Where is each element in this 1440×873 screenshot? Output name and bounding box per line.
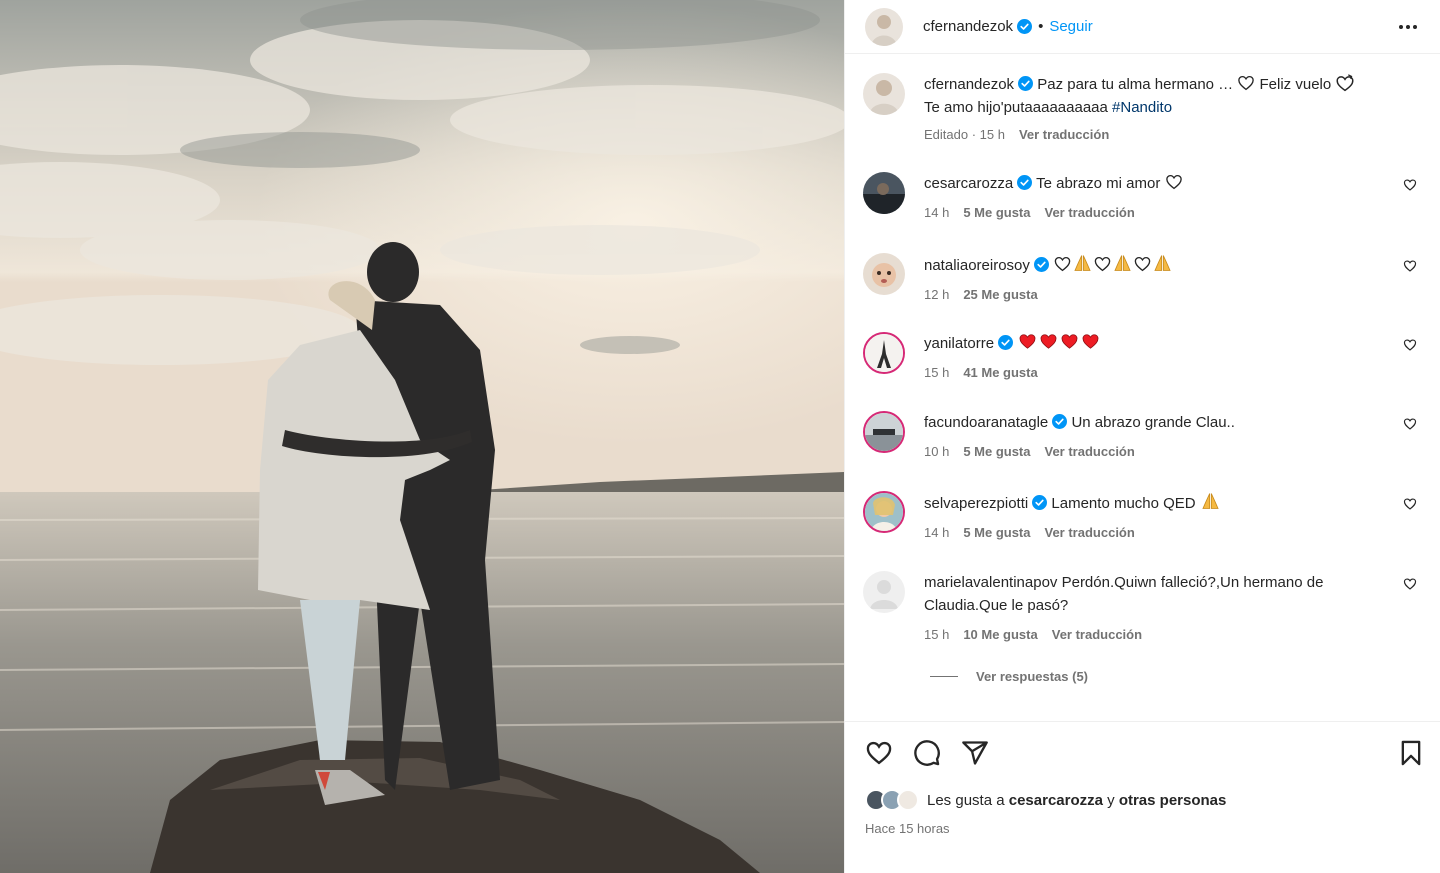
author-username[interactable]: cfernandezok (923, 18, 1013, 35)
commenter-avatar[interactable] (863, 253, 905, 295)
comment-time: 14 h (924, 205, 950, 220)
comment-time: 14 h (924, 525, 950, 540)
like-comment-heart-icon[interactable] (1403, 259, 1417, 273)
more-horizontal-icon[interactable] (1397, 16, 1419, 38)
commenter-username[interactable]: facundoaranatagle (924, 414, 1048, 431)
post-actions: Les gusta a cesarcarozza y otras persona… (845, 721, 1440, 873)
commenter-avatar[interactable] (863, 172, 905, 214)
comment-likes[interactable]: 5 Me gusta (963, 440, 1030, 463)
comment-bubble-icon[interactable] (913, 739, 941, 767)
likes-joiner: y (1107, 791, 1115, 809)
post-image (0, 0, 844, 873)
comment-likes[interactable]: 5 Me gusta (963, 521, 1030, 544)
translate-link[interactable]: Ver traducción (1052, 623, 1142, 646)
comment-emojis (1053, 255, 1173, 274)
comment-time: 15 h (924, 365, 950, 380)
folded-hands-emoji-icon (1074, 255, 1091, 271)
translate-link[interactable]: Ver traducción (1045, 521, 1135, 544)
like-comment-heart-icon[interactable] (1403, 417, 1417, 431)
post-timestamp: Hace 15 horas (865, 821, 950, 836)
verified-badge-icon (1052, 414, 1068, 429)
caption-time: Editado · 15 h (924, 127, 1005, 142)
hashtag-link[interactable]: #Nandito (1112, 99, 1172, 116)
folded-hands-emoji-icon (1114, 255, 1131, 271)
caption-text-3: Te amo hijo'putaaaaaaaaaa (924, 99, 1113, 116)
red-heart-emoji-icon (1040, 334, 1057, 349)
caption-avatar[interactable] (863, 73, 905, 115)
verified-badge-icon (1032, 495, 1048, 510)
bookmark-save-icon[interactable] (1397, 739, 1425, 767)
view-replies-button[interactable]: Ver respuestas (5) (930, 669, 1088, 684)
like-comment-heart-icon[interactable] (1403, 178, 1417, 192)
post-sidebar: cfernandezok • Seguir cfernandezok Paz p… (844, 0, 1440, 873)
comment-emojis (1017, 334, 1101, 352)
like-comment-heart-icon[interactable] (1403, 577, 1417, 591)
share-send-icon[interactable] (961, 739, 989, 767)
comment-text: Lamento mucho QED (1051, 495, 1196, 512)
commenter-username[interactable]: marielavalentinapov (924, 574, 1057, 591)
author-avatar[interactable] (865, 7, 903, 46)
comment-text: Te abrazo mi amor (1036, 175, 1161, 192)
folded-hands-emoji-icon (1154, 255, 1171, 271)
translate-link[interactable]: Ver traducción (1045, 201, 1135, 224)
commenter-avatar[interactable] (863, 571, 905, 613)
view-replies-label: Ver respuestas (5) (976, 669, 1089, 684)
like-comment-heart-icon[interactable] (1403, 497, 1417, 511)
commenter-avatar[interactable] (863, 332, 905, 374)
comments-section[interactable]: cfernandezok Paz para tu alma hermano … … (845, 55, 1440, 721)
likes-prefix: Les gusta a (927, 791, 1005, 809)
post-header: cfernandezok • Seguir (845, 0, 1440, 54)
comment-likes[interactable]: 41 Me gusta (963, 361, 1037, 384)
liker-avatars (865, 789, 927, 811)
verified-badge-icon (1018, 76, 1034, 91)
post-photo[interactable] (0, 0, 844, 873)
comment-time: 10 h (924, 444, 950, 459)
likes-user-link[interactable]: cesarcarozza (1009, 792, 1103, 809)
red-heart-emoji-icon (1061, 334, 1078, 349)
like-heart-icon[interactable] (865, 739, 893, 767)
comment-time: 12 h (924, 287, 950, 302)
comment-likes[interactable]: 5 Me gusta (963, 201, 1030, 224)
commenter-avatar[interactable] (863, 491, 905, 533)
commenter-username[interactable]: nataliaoreirosoy (924, 257, 1030, 274)
separator-dot: • (1038, 18, 1044, 35)
comment-likes[interactable]: 10 Me gusta (963, 623, 1037, 646)
commenter-avatar[interactable] (863, 411, 905, 453)
verified-badge-icon (1033, 257, 1049, 272)
white-heart-emoji-icon (1054, 256, 1071, 272)
verified-badge-icon (1017, 19, 1033, 34)
verified-badge-icon (1017, 175, 1033, 190)
likes-summary[interactable]: Les gusta a cesarcarozza y otras persona… (865, 789, 1226, 811)
follow-button[interactable]: Seguir (1049, 18, 1092, 35)
likes-others-link[interactable]: otras personas (1119, 792, 1227, 809)
red-heart-emoji-icon (1019, 334, 1036, 349)
comment-text: Un abrazo grande Clau.. (1071, 414, 1235, 431)
liker-avatar (897, 789, 919, 811)
comment-likes[interactable]: 25 Me gusta (963, 283, 1037, 306)
like-comment-heart-icon[interactable] (1403, 338, 1417, 352)
white-heart-emoji-icon (1094, 256, 1111, 272)
verified-badge-icon (998, 335, 1014, 350)
replies-divider (930, 676, 958, 677)
folded-hands-emoji-icon (1202, 493, 1219, 509)
red-heart-emoji-icon (1082, 334, 1099, 349)
caption-username[interactable]: cfernandezok (924, 76, 1014, 93)
caption-text-2: Feliz vuelo (1255, 76, 1336, 93)
commenter-username[interactable]: selvaperezpiotti (924, 495, 1028, 512)
commenter-username[interactable]: yanilatorre (924, 335, 994, 352)
caption-text-1: Paz para tu alma hermano … (1037, 76, 1238, 93)
heart-with-ribbon-emoji-icon (1336, 74, 1354, 92)
white-heart-emoji-icon (1165, 174, 1182, 190)
comment-time: 15 h (924, 627, 950, 642)
commenter-username[interactable]: cesarcarozza (924, 175, 1013, 192)
translate-link[interactable]: Ver traducción (1019, 123, 1109, 146)
white-heart-emoji-icon (1134, 256, 1151, 272)
white-heart-emoji-icon (1238, 75, 1255, 91)
translate-link[interactable]: Ver traducción (1045, 440, 1135, 463)
